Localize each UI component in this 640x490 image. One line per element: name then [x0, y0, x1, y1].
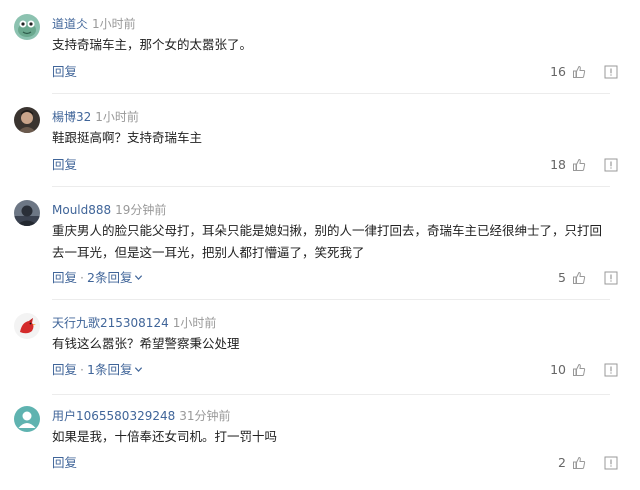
comment-header: 楊博32 1小时前	[52, 109, 139, 125]
like-count: 5	[558, 270, 566, 285]
reply-button[interactable]: 回复	[52, 270, 77, 285]
username[interactable]: 道道仌	[52, 17, 88, 31]
view-replies-button[interactable]: 1条回复	[87, 362, 143, 377]
like-count: 10	[550, 362, 566, 377]
timestamp: 19分钟前	[115, 203, 167, 217]
cardinal-bird-avatar-icon[interactable]	[14, 313, 40, 339]
divider	[52, 93, 610, 94]
timestamp: 1小时前	[95, 110, 139, 124]
reply-button[interactable]: 回复	[52, 64, 77, 79]
comment-text: 重庆男人的脸只能父母打，耳朵只能是媳妇揪，别的人一律打回去，奇瑞车主已经很绅士了…	[52, 223, 603, 260]
comment-item: 用户1065580329248 31分钟前 如果是我，十倍奉还女司机。打一罚十吗 …	[0, 406, 640, 490]
thumbs-up-icon[interactable]	[572, 363, 586, 377]
comment-tools: 5	[552, 270, 618, 286]
divider	[52, 394, 610, 395]
like-count: 2	[558, 455, 566, 470]
reply-button[interactable]: 回复	[52, 157, 77, 172]
report-icon[interactable]	[604, 158, 618, 172]
report-icon[interactable]	[604, 363, 618, 377]
username[interactable]: 天行九歌215308124	[52, 316, 169, 330]
comment-actions: 回复	[52, 157, 77, 173]
comment-actions: 回复 · 1条回复	[52, 362, 143, 380]
comment-actions: 回复	[52, 455, 77, 471]
frog-avatar-icon[interactable]	[14, 14, 40, 40]
photo-avatar-icon[interactable]	[14, 107, 40, 133]
comment-tools: 16	[550, 64, 618, 80]
reply-count-label: 2条回复	[87, 270, 133, 285]
comment-header: 天行九歌215308124 1小时前	[52, 315, 216, 331]
report-icon[interactable]	[604, 65, 618, 79]
comment-text: 鞋跟挺高啊？支持奇瑞车主	[52, 130, 203, 145]
separator: ·	[80, 362, 84, 377]
comment-item: 天行九歌215308124 1小时前 有钱这么嚣张？希望警察秉公处理 回复 · 1条回…	[0, 313, 640, 395]
timestamp: 1小时前	[172, 316, 217, 330]
view-replies-button[interactable]: 2条回复	[87, 270, 143, 285]
divider	[52, 186, 610, 187]
username[interactable]: Mould888	[52, 203, 111, 217]
chevron-down-icon	[134, 364, 143, 380]
comment-item: Mould888 19分钟前 重庆男人的脸只能父母打，耳朵只能是媳妇揪，别的人一律…	[0, 200, 640, 300]
chevron-down-icon	[134, 272, 143, 288]
separator: ·	[80, 270, 84, 285]
comment-tools: 10	[550, 362, 618, 378]
thumbs-up-icon[interactable]	[572, 158, 586, 172]
comment-item: 楊博32 1小时前 鞋跟挺高啊？支持奇瑞车主 回复 18	[0, 107, 640, 187]
divider	[52, 299, 610, 300]
comment-actions: 回复 · 2条回复	[52, 270, 143, 288]
username[interactable]: 用户1065580329248	[52, 409, 175, 423]
photo-avatar-icon[interactable]	[14, 200, 40, 226]
comment-tools: 18	[550, 157, 618, 173]
comment-header: 用户1065580329248 31分钟前	[52, 408, 231, 424]
like-count: 16	[550, 64, 566, 79]
comment-list: 道道仌 1小时前 支持奇瑞车主，那个女的太嚣张了。 回复 16 楊博32 1小时…	[0, 0, 640, 490]
comment-text: 支持奇瑞车主，那个女的太嚣张了。	[52, 37, 253, 52]
username[interactable]: 楊博32	[52, 110, 91, 124]
comment-actions: 回复	[52, 64, 77, 80]
like-count: 18	[550, 157, 566, 172]
comment-header: Mould888 19分钟前	[52, 202, 166, 218]
default-user-avatar-icon[interactable]	[14, 406, 40, 432]
comment-text: 有钱这么嚣张？希望警察秉公处理	[52, 336, 240, 351]
comment-text: 如果是我，十倍奉还女司机。打一罚十吗	[52, 429, 278, 444]
timestamp: 31分钟前	[179, 409, 231, 423]
thumbs-up-icon[interactable]	[572, 271, 586, 285]
report-icon[interactable]	[604, 271, 618, 285]
comment-header: 道道仌 1小时前	[52, 16, 136, 32]
reply-button[interactable]: 回复	[52, 362, 77, 377]
thumbs-up-icon[interactable]	[572, 456, 586, 470]
reply-count-label: 1条回复	[87, 362, 133, 377]
reply-button[interactable]: 回复	[52, 455, 77, 470]
timestamp: 1小时前	[92, 17, 136, 31]
comment-tools: 2	[552, 455, 618, 471]
report-icon[interactable]	[604, 456, 618, 470]
thumbs-up-icon[interactable]	[572, 65, 586, 79]
comment-item: 道道仌 1小时前 支持奇瑞车主，那个女的太嚣张了。 回复 16	[0, 14, 640, 94]
